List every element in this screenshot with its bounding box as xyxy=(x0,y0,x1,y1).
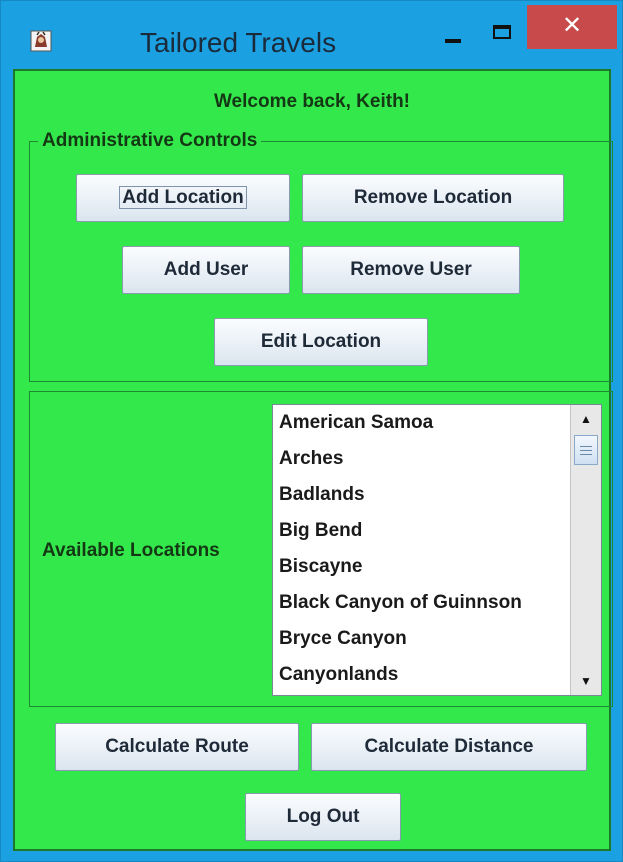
scroll-up-arrow-icon[interactable]: ▲ xyxy=(571,405,601,433)
add-user-button[interactable]: Add User xyxy=(122,246,290,294)
app-icon xyxy=(30,30,52,52)
grip-line xyxy=(580,450,592,451)
administrative-controls-group: Administrative Controls Add Location Rem… xyxy=(29,130,613,382)
add-user-label: Add User xyxy=(163,259,249,280)
locations-scrollbar[interactable]: ▲ ▼ xyxy=(570,405,601,695)
remove-user-button[interactable]: Remove User xyxy=(302,246,520,294)
calculate-route-button[interactable]: Calculate Route xyxy=(55,723,299,771)
calculate-distance-label: Calculate Distance xyxy=(364,736,534,757)
list-item[interactable]: Arches xyxy=(273,441,569,477)
scrollbar-thumb[interactable] xyxy=(574,435,598,465)
minimize-button[interactable] xyxy=(421,5,485,51)
available-locations-label: Available Locations xyxy=(42,540,220,561)
remove-location-button[interactable]: Remove Location xyxy=(302,174,564,222)
list-item[interactable]: Canyonlands xyxy=(273,657,569,693)
locations-list[interactable]: American Samoa Arches Badlands Big Bend … xyxy=(272,404,602,696)
edit-location-label: Edit Location xyxy=(260,331,382,352)
edit-location-button[interactable]: Edit Location xyxy=(214,318,428,366)
remove-user-label: Remove User xyxy=(350,259,472,280)
app-window: Tailored Travels ✕ Welcome back, Keith! … xyxy=(0,0,623,862)
grip-line xyxy=(580,446,592,447)
minimize-icon xyxy=(445,39,461,43)
maximize-icon xyxy=(493,25,511,39)
close-button[interactable]: ✕ xyxy=(527,5,617,49)
add-location-label: Add Location xyxy=(119,186,247,209)
grip-line xyxy=(580,454,592,455)
list-item[interactable]: Badlands xyxy=(273,477,569,513)
administrative-controls-legend: Administrative Controls xyxy=(38,130,262,152)
remove-location-label: Remove Location xyxy=(353,187,513,208)
list-item[interactable]: Biscayne xyxy=(273,549,569,585)
log-out-label: Log Out xyxy=(286,806,360,827)
list-item[interactable]: Big Bend xyxy=(273,513,569,549)
log-out-button[interactable]: Log Out xyxy=(245,793,401,841)
add-location-button[interactable]: Add Location xyxy=(76,174,290,222)
list-item[interactable]: Bryce Canyon xyxy=(273,621,569,657)
close-icon: ✕ xyxy=(561,12,583,39)
title-bar[interactable]: Tailored Travels ✕ xyxy=(1,1,622,67)
maximize-button[interactable] xyxy=(481,5,525,51)
locations-list-items: American Samoa Arches Badlands Big Bend … xyxy=(273,405,569,695)
calculate-route-label: Calculate Route xyxy=(105,736,249,757)
main-panel: Welcome back, Keith! Administrative Cont… xyxy=(13,69,613,851)
locations-panel: Available Locations American Samoa Arche… xyxy=(29,391,613,707)
scroll-down-arrow-icon[interactable]: ▼ xyxy=(571,667,601,695)
list-item[interactable]: Black Canyon of Guinnson xyxy=(273,585,569,621)
window-title: Tailored Travels xyxy=(140,27,337,58)
welcome-message: Welcome back, Keith! xyxy=(213,91,411,112)
list-item[interactable]: American Samoa xyxy=(273,405,569,441)
calculate-distance-button[interactable]: Calculate Distance xyxy=(311,723,587,771)
